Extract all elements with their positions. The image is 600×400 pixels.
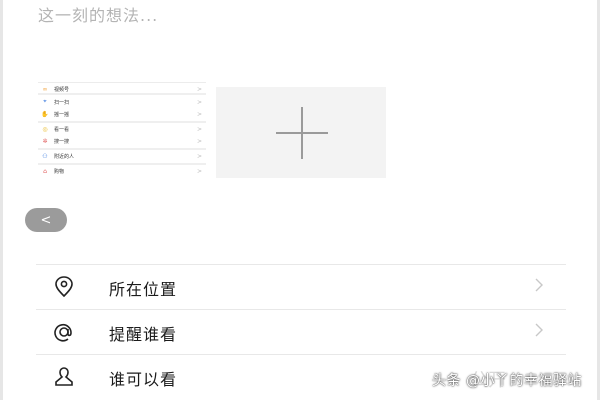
thumb-item: ⌖ 扫一扫 > — [38, 96, 206, 108]
menu-item-label: 提醒谁看 — [109, 325, 178, 344]
shopping-icon: ⌂ — [43, 167, 47, 175]
thumb-item-label: 购物 — [54, 168, 65, 175]
chevron-right-icon: > — [196, 137, 202, 145]
add-image-button[interactable] — [216, 87, 386, 178]
thumb-item-label: 附近的人 — [54, 153, 75, 160]
menu-item-location[interactable]: 所在位置 — [36, 264, 566, 309]
at-icon — [54, 323, 72, 342]
thumb-item-label: 扫一扫 — [54, 99, 70, 106]
thumb-item: ✲ 搜一搜 > — [38, 135, 206, 147]
chevron-right-icon: > — [196, 167, 202, 175]
chevron-right-icon: > — [196, 125, 202, 133]
shake-icon: ✋ — [41, 110, 49, 118]
thumb-item: ∞ 视频号 > — [38, 83, 206, 95]
thumb-item: ⌂ 购物 > — [38, 165, 206, 177]
menu-item-label: 谁可以看 — [109, 370, 178, 389]
thumb-item-label: 搜一搜 — [54, 138, 70, 145]
chevron-right-icon — [535, 278, 543, 292]
chevron-right-icon: > — [196, 110, 202, 118]
thumb-item-label: 看一看 — [54, 126, 70, 133]
thumb-item: ✋ 摇一摇 > — [38, 108, 206, 120]
scan-icon: ⌖ — [43, 98, 47, 105]
plus-icon-vertical — [301, 107, 303, 159]
attached-screenshot-thumbnail[interactable]: ∞ 视频号 > ⌖ 扫一扫 > ✋ 摇一摇 > ◎ 看一看 > ✲ 搜一搜 > … — [38, 82, 206, 179]
search-icon: ✲ — [42, 137, 48, 145]
thumb-item: ◎ 看一看 > — [38, 123, 206, 135]
person-icon — [55, 367, 73, 386]
look-icon: ◎ — [42, 125, 48, 133]
watermark: 头条 @小丫的幸福驿站 — [432, 373, 582, 389]
channels-icon: ∞ — [42, 85, 48, 93]
menu-item-remind[interactable]: 提醒谁看 — [36, 309, 566, 354]
menu-item-label: 所在位置 — [109, 280, 178, 299]
post-text-input[interactable]: 这一刻的想法... — [38, 2, 158, 26]
chevron-right-icon — [535, 323, 543, 337]
back-button[interactable]: < — [25, 208, 67, 232]
chevron-right-icon: > — [196, 85, 202, 93]
thumb-item-label: 视频号 — [54, 86, 70, 93]
thumb-item: ⚇ 附近的人 > — [38, 150, 206, 162]
chevron-right-icon: > — [196, 98, 202, 106]
location-icon — [55, 276, 73, 298]
thumb-item-label: 摇一摇 — [54, 111, 70, 118]
left-edge — [0, 0, 3, 400]
nearby-icon: ⚇ — [42, 152, 48, 160]
chevron-right-icon: > — [196, 152, 202, 160]
